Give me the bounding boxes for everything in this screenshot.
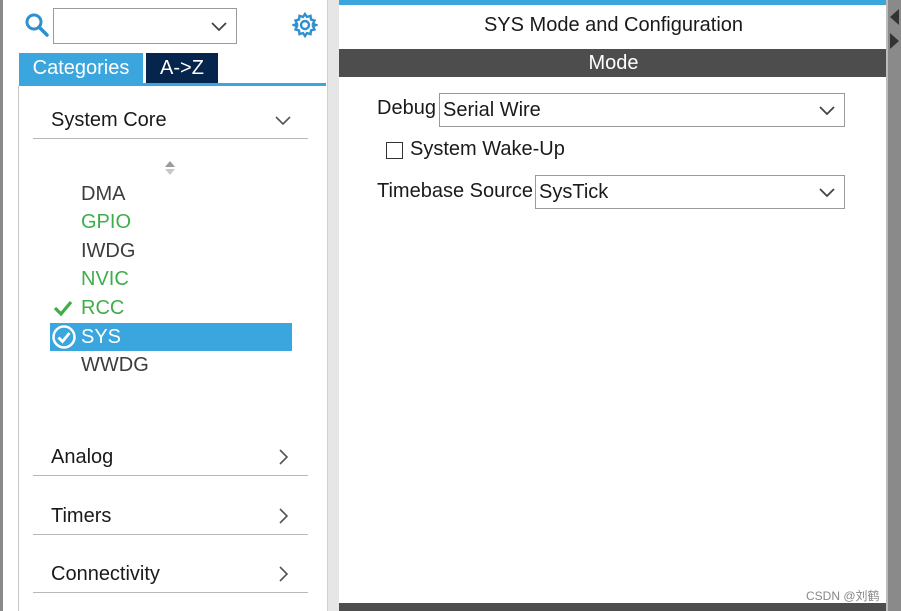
peripheral-name: WWDG bbox=[81, 354, 149, 376]
chevron-right-icon[interactable] bbox=[274, 448, 292, 466]
peripheral-item-wwdg[interactable]: WWDG bbox=[50, 351, 292, 379]
configuration-section-header bbox=[339, 603, 888, 611]
stm32cube-window: Categories A->Z System Core DMA GPIO IWD… bbox=[0, 0, 901, 611]
view-tabs: Categories A->Z bbox=[19, 53, 326, 86]
category-label: Connectivity bbox=[51, 563, 160, 585]
collapse-arrows-icon[interactable] bbox=[888, 5, 901, 55]
checkmark-icon bbox=[53, 300, 73, 317]
peripheral-name: RCC bbox=[81, 297, 125, 319]
panel-accent-bar bbox=[339, 0, 901, 5]
peripheral-item-rcc[interactable]: RCC bbox=[50, 294, 292, 322]
timebase-source-value: SysTick bbox=[539, 181, 609, 203]
category-label: Analog bbox=[51, 446, 114, 468]
peripheral-name: IWDG bbox=[81, 240, 136, 262]
category-system-core[interactable]: System Core bbox=[33, 105, 308, 139]
mode-section-header: Mode bbox=[339, 49, 888, 77]
gear-icon[interactable] bbox=[292, 12, 318, 38]
right-edge bbox=[888, 0, 901, 611]
left-edge bbox=[0, 0, 3, 611]
category-label: Timers bbox=[51, 505, 112, 527]
panel-splitter[interactable] bbox=[327, 0, 339, 611]
peripheral-item-iwdg[interactable]: IWDG bbox=[50, 237, 292, 265]
peripheral-name: SYS bbox=[81, 326, 122, 348]
timebase-source-select[interactable]: SysTick bbox=[535, 175, 845, 209]
peripheral-name: DMA bbox=[81, 183, 126, 205]
check-circle-icon bbox=[52, 325, 76, 349]
tab-categories[interactable]: Categories bbox=[19, 53, 143, 83]
peripheral-item-sys[interactable]: SYS bbox=[50, 323, 292, 351]
sort-icon[interactable] bbox=[163, 159, 177, 177]
peripheral-name: GPIO bbox=[81, 211, 132, 233]
category-connectivity[interactable]: Connectivity bbox=[33, 559, 308, 593]
category-timers[interactable]: Timers bbox=[33, 501, 308, 535]
left-panel: Categories A->Z System Core DMA GPIO IWD… bbox=[0, 0, 327, 611]
debug-select[interactable]: Serial Wire bbox=[439, 93, 845, 127]
chevron-right-icon[interactable] bbox=[274, 507, 292, 525]
category-analog[interactable]: Analog bbox=[33, 442, 308, 476]
debug-label: Debug bbox=[377, 97, 436, 119]
search-combobox[interactable] bbox=[53, 8, 237, 44]
watermark-text: CSDN @刘鹤 bbox=[806, 589, 880, 603]
chevron-down-icon[interactable] bbox=[818, 103, 836, 117]
search-icon[interactable] bbox=[24, 12, 50, 38]
mode-configuration-panel: SYS Mode and Configuration Mode Debug Se… bbox=[339, 0, 901, 611]
timebase-source-label: Timebase Source bbox=[377, 180, 533, 202]
chevron-down-icon[interactable] bbox=[210, 19, 228, 33]
debug-select-value: Serial Wire bbox=[443, 99, 541, 121]
chevron-down-icon[interactable] bbox=[274, 111, 292, 129]
chevron-right-icon[interactable] bbox=[274, 565, 292, 583]
peripheral-name: NVIC bbox=[81, 268, 129, 290]
tab-a-to-z[interactable]: A->Z bbox=[146, 53, 218, 83]
chevron-down-icon[interactable] bbox=[818, 185, 836, 199]
peripheral-item-dma[interactable]: DMA bbox=[50, 180, 292, 208]
system-wakeup-label[interactable]: System Wake-Up bbox=[410, 138, 565, 161]
peripheral-item-gpio[interactable]: GPIO bbox=[50, 208, 292, 236]
panel-title: SYS Mode and Configuration bbox=[483, 14, 744, 36]
peripheral-item-nvic[interactable]: NVIC bbox=[50, 265, 292, 293]
system-wakeup-checkbox[interactable] bbox=[386, 142, 403, 159]
category-label: System Core bbox=[51, 109, 167, 131]
